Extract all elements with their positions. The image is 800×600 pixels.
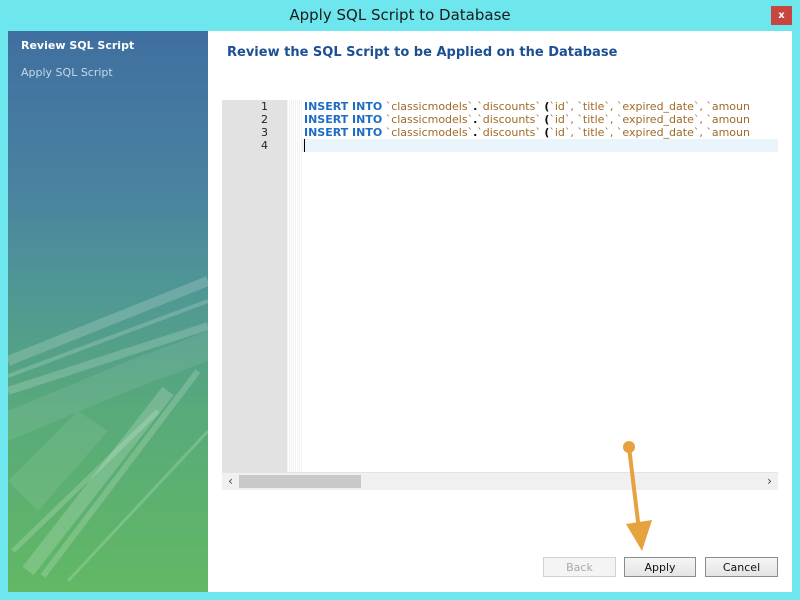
wizard-sidebar: Review SQL Script Apply SQL Script	[8, 31, 208, 592]
table-identifier: `discounts`	[477, 100, 541, 113]
sql-editor[interactable]: 1 2 3 4 INSERT INTO `classicmodels`.`dis…	[222, 100, 778, 490]
window-title: Apply SQL Script to Database	[289, 6, 511, 24]
fold-margin	[287, 100, 302, 472]
back-button[interactable]: Back	[543, 557, 616, 577]
current-line-highlight	[302, 139, 778, 152]
line-number: 3	[261, 126, 268, 139]
text-caret	[304, 139, 305, 152]
column-list: `id`, `title`, `expired_date`, `amoun	[549, 126, 750, 139]
sql-keyword: INSERT INTO	[304, 113, 383, 126]
schema-identifier: `classicmodels`	[385, 100, 474, 113]
close-icon: x	[778, 10, 785, 21]
column-list: `id`, `title`, `expired_date`, `amoun	[549, 113, 750, 126]
line-number: 2	[261, 113, 268, 126]
column-list: `id`, `title`, `expired_date`, `amoun	[549, 100, 750, 113]
step-review-sql-script: Review SQL Script	[21, 39, 135, 52]
schema-identifier: `classicmodels`	[385, 113, 474, 126]
code-text-area[interactable]: INSERT INTO `classicmodels`.`discounts` …	[302, 100, 778, 472]
sql-keyword: INSERT INTO	[304, 100, 383, 113]
code-line: INSERT INTO `classicmodels`.`discounts` …	[304, 100, 750, 113]
title-bar[interactable]: Apply SQL Script to Database x	[0, 0, 800, 31]
dialog-content: Review SQL Script Apply SQL Script Revie…	[8, 31, 792, 592]
sql-keyword: INSERT INTO	[304, 126, 383, 139]
code-line: INSERT INTO `classicmodels`.`discounts` …	[304, 126, 750, 139]
table-identifier: `discounts`	[477, 113, 541, 126]
schema-identifier: `classicmodels`	[385, 126, 474, 139]
horizontal-scrollbar[interactable]: ‹ ›	[222, 472, 778, 490]
step-apply-sql-script: Apply SQL Script	[21, 66, 113, 79]
table-identifier: `discounts`	[477, 126, 541, 139]
sidebar-decoration	[8, 276, 208, 583]
scroll-right-button[interactable]: ›	[761, 473, 778, 490]
line-number: 1	[261, 100, 268, 113]
code-line: INSERT INTO `classicmodels`.`discounts` …	[304, 113, 750, 126]
apply-button[interactable]: Apply	[624, 557, 696, 577]
scrollbar-thumb[interactable]	[239, 475, 361, 488]
dialog-window: Apply SQL Script to Database x Review SQ…	[0, 0, 800, 600]
scroll-left-button[interactable]: ‹	[222, 473, 239, 490]
line-number: 4	[261, 139, 268, 152]
chevron-left-icon: ‹	[228, 474, 233, 488]
close-button[interactable]: x	[771, 6, 792, 25]
line-number-gutter: 1 2 3 4	[222, 100, 287, 472]
cancel-button[interactable]: Cancel	[705, 557, 778, 577]
page-title: Review the SQL Script to be Applied on t…	[227, 45, 618, 60]
chevron-right-icon: ›	[767, 474, 772, 488]
